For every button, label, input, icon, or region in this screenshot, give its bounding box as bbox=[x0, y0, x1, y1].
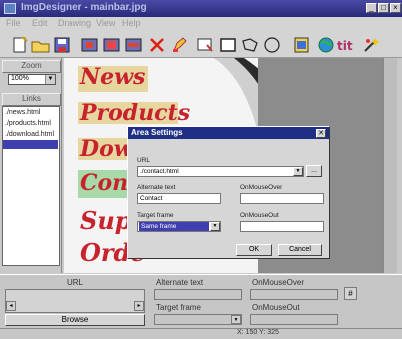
links-header: Links bbox=[2, 93, 61, 106]
close-button[interactable]: × bbox=[390, 3, 401, 13]
chevron-down-icon[interactable]: ▼ bbox=[231, 315, 241, 324]
open-icon[interactable] bbox=[31, 36, 51, 54]
ok-button[interactable]: OK bbox=[236, 244, 272, 256]
alt-text-input[interactable]: Contact bbox=[137, 193, 221, 204]
mouseover-label: OnMouseOver bbox=[240, 184, 283, 191]
bottom-target-label: Target frame bbox=[156, 303, 201, 312]
grid-icon[interactable]: # bbox=[344, 287, 357, 300]
select-icon[interactable] bbox=[195, 36, 215, 54]
target-frame-label: Target frame bbox=[137, 212, 174, 219]
mouseout-label: OnMouseOut bbox=[240, 212, 279, 219]
copy-area-icon[interactable] bbox=[80, 36, 100, 54]
bottom-url-label: URL bbox=[67, 278, 84, 287]
bottom-mouseover-input[interactable] bbox=[250, 289, 338, 300]
links-list[interactable]: ./news.html ./products.html ./download.h… bbox=[2, 106, 60, 266]
bottom-mouseover-label: OnMouseOver bbox=[252, 278, 305, 287]
delete-icon[interactable] bbox=[147, 36, 167, 54]
new-icon[interactable] bbox=[10, 36, 30, 54]
preview-icon[interactable] bbox=[316, 36, 336, 54]
target-frame-value[interactable]: Same frame bbox=[139, 222, 209, 231]
chevron-down-icon[interactable]: ▼ bbox=[45, 75, 55, 84]
mask-icon[interactable] bbox=[292, 36, 312, 54]
cancel-button[interactable]: Cancel bbox=[278, 244, 322, 256]
mouseover-input[interactable] bbox=[240, 193, 324, 204]
mouseout-input[interactable] bbox=[240, 221, 324, 232]
duplicate-icon[interactable] bbox=[124, 36, 144, 54]
list-item[interactable]: ./products.html bbox=[5, 120, 51, 127]
zoom-header: Zoom bbox=[2, 60, 61, 73]
url-list[interactable] bbox=[5, 289, 145, 313]
menu-edit[interactable]: Edit bbox=[32, 18, 48, 28]
dialog-close-icon[interactable]: ✕ bbox=[316, 129, 326, 138]
menu-file[interactable]: File bbox=[6, 18, 21, 28]
edit-icon[interactable] bbox=[170, 36, 190, 54]
app-icon bbox=[4, 3, 16, 14]
status-bar bbox=[0, 328, 402, 339]
menu-help[interactable]: Help bbox=[122, 18, 141, 28]
bottom-alt-input[interactable] bbox=[154, 289, 242, 300]
selected-list-item[interactable] bbox=[3, 140, 58, 149]
svg-text:tit: tit bbox=[337, 39, 353, 53]
html-icon[interactable]: tit bbox=[337, 36, 357, 54]
wizard-icon[interactable] bbox=[362, 36, 382, 54]
rectangle-icon[interactable] bbox=[218, 36, 238, 54]
url-input[interactable]: ./contact.html bbox=[137, 166, 304, 177]
chevron-down-icon[interactable]: ▼ bbox=[293, 167, 303, 176]
products-word[interactable]: Products bbox=[80, 100, 190, 126]
circle-icon[interactable] bbox=[262, 36, 282, 54]
menu-drawing[interactable]: Drawing bbox=[58, 18, 91, 28]
chevron-down-icon[interactable]: ▼ bbox=[210, 222, 220, 231]
bottom-mouseout-label: OnMouseOut bbox=[252, 303, 300, 312]
maximize-button[interactable]: □ bbox=[378, 3, 389, 13]
save-icon[interactable] bbox=[52, 36, 72, 54]
browse-button[interactable]: ... bbox=[306, 165, 322, 177]
menu-bar: File Edit Drawing View Help bbox=[0, 17, 402, 30]
menu-view[interactable]: View bbox=[96, 18, 115, 28]
dialog-title: Area Settings bbox=[128, 127, 329, 139]
minimize-button[interactable]: _ bbox=[366, 3, 377, 13]
coordinates-readout: X: 150 Y: 325 bbox=[237, 329, 279, 336]
bottom-target-select[interactable] bbox=[154, 314, 242, 325]
paste-area-icon[interactable] bbox=[102, 36, 122, 54]
vertical-scrollbar[interactable] bbox=[383, 58, 397, 273]
browse-bottom-button[interactable]: Browse bbox=[5, 314, 145, 326]
bottom-alt-label: Alternate text bbox=[156, 278, 204, 287]
bottom-mouseout-input[interactable] bbox=[250, 314, 338, 325]
scroll-right-icon[interactable]: ▸ bbox=[134, 301, 144, 311]
list-item[interactable]: ./news.html bbox=[5, 109, 40, 116]
news-word[interactable]: News bbox=[80, 64, 145, 90]
scroll-left-icon[interactable]: ◂ bbox=[6, 301, 16, 311]
window-title: ImgDesigner - mainbar.jpg bbox=[21, 2, 147, 13]
url-label: URL bbox=[137, 157, 151, 164]
alt-text-label: Alternate text bbox=[137, 184, 176, 191]
list-item[interactable]: ./download.html bbox=[5, 131, 54, 138]
polygon-icon[interactable] bbox=[240, 36, 260, 54]
